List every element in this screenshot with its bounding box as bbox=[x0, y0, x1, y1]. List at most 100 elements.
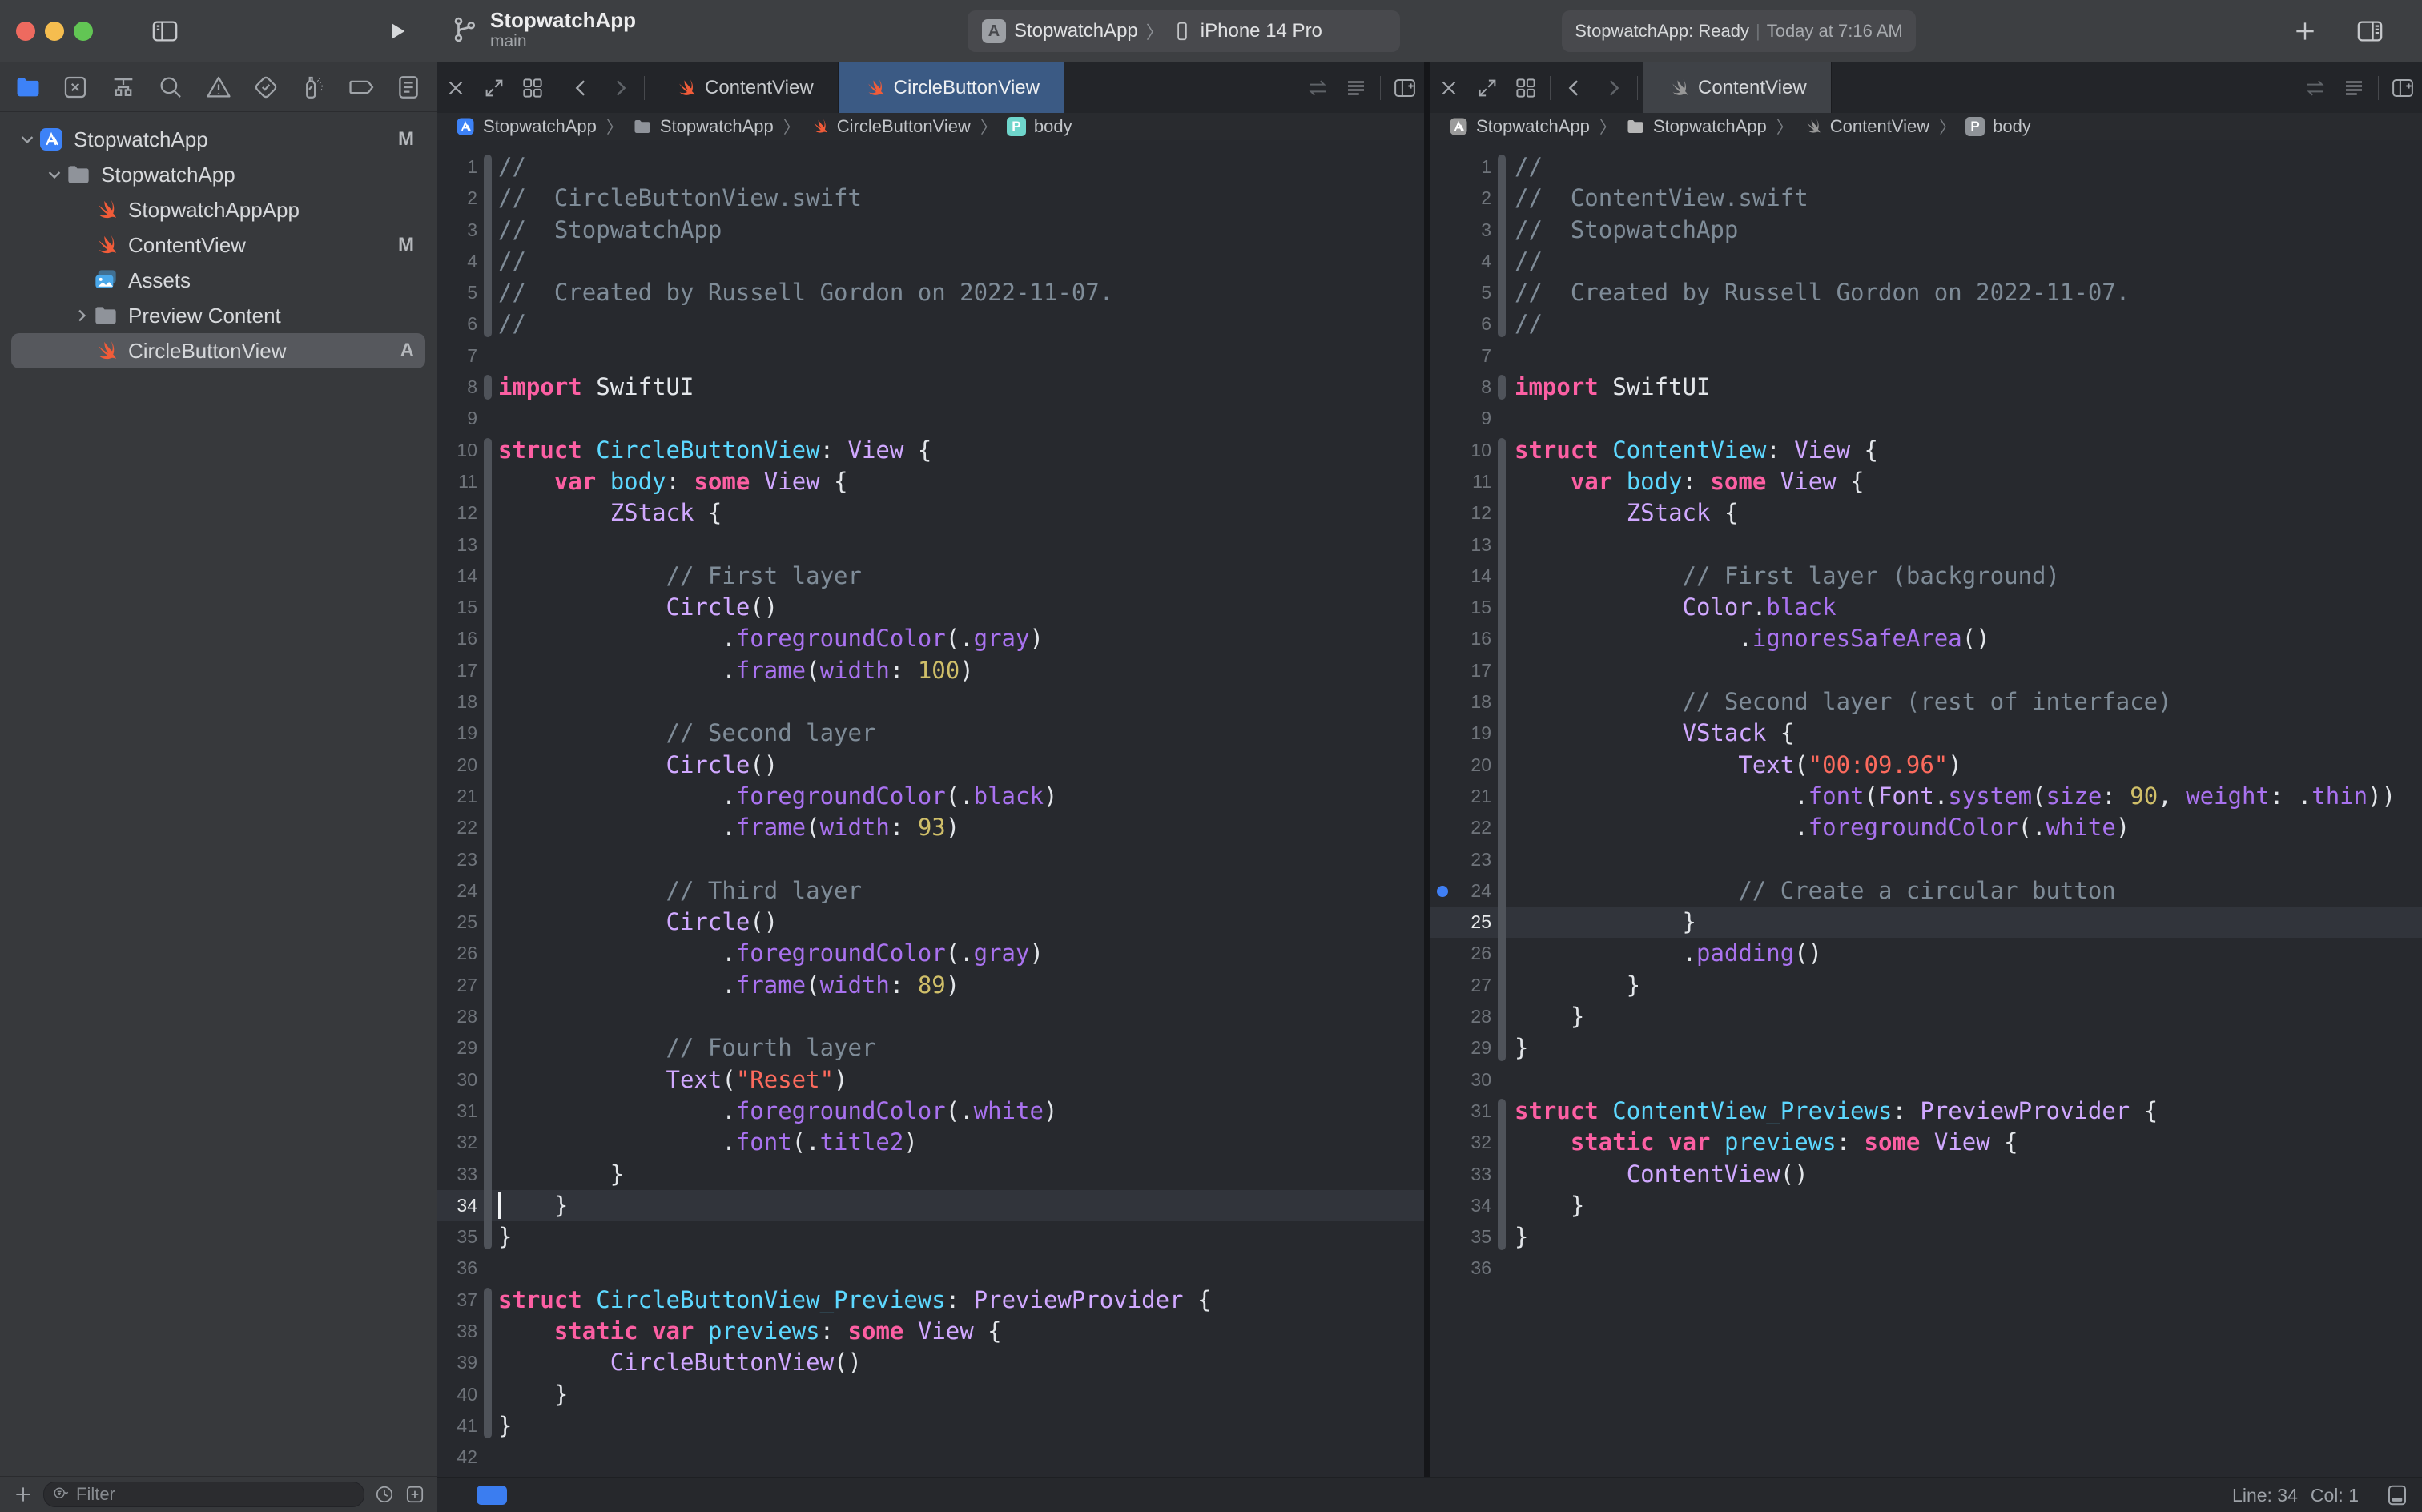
tree-row-stopwatchapp[interactable]: StopwatchApp bbox=[11, 157, 425, 192]
code-line-31[interactable]: 31 .foregroundColor(.white) bbox=[437, 1096, 1424, 1127]
editor-bottom-panel-icon[interactable] bbox=[2385, 1483, 2409, 1507]
line-number[interactable]: 35 bbox=[1430, 1221, 1496, 1253]
line-number[interactable]: 3 bbox=[1430, 215, 1496, 246]
go-forward-icon[interactable] bbox=[608, 76, 632, 100]
line-number[interactable]: 32 bbox=[1430, 1127, 1496, 1158]
breadcrumb-item[interactable]: StopwatchApp bbox=[1653, 116, 1767, 137]
code-line-21[interactable]: 21 .foregroundColor(.black) bbox=[437, 781, 1424, 812]
code-line-18[interactable]: 18 // Second layer (rest of interface) bbox=[1430, 686, 2422, 718]
breakpoint-navigator-icon[interactable] bbox=[348, 74, 375, 101]
line-number[interactable]: 17 bbox=[437, 655, 482, 686]
find-icon[interactable] bbox=[157, 74, 184, 101]
line-number[interactable]: 34 bbox=[437, 1190, 482, 1221]
tree-row-stopwatchappapp[interactable]: StopwatchAppApp bbox=[11, 192, 425, 227]
code-line-36[interactable]: 36 bbox=[437, 1253, 1424, 1284]
code-line-29[interactable]: 29 // Fourth layer bbox=[437, 1032, 1424, 1064]
line-number[interactable]: 27 bbox=[437, 970, 482, 1001]
line-number[interactable]: 23 bbox=[1430, 844, 1496, 875]
line-number[interactable]: 35 bbox=[437, 1221, 482, 1253]
issue-navigator-icon[interactable] bbox=[205, 74, 232, 101]
line-number[interactable]: 40 bbox=[437, 1379, 482, 1410]
line-number[interactable]: 24 bbox=[437, 875, 482, 907]
line-number[interactable]: 17 bbox=[1430, 655, 1496, 686]
tab-circlebuttonview[interactable]: CircleButtonView bbox=[839, 62, 1064, 113]
code-line-1[interactable]: 1// bbox=[437, 151, 1424, 183]
code-line-6[interactable]: 6// bbox=[1430, 308, 2422, 340]
line-number[interactable]: 30 bbox=[1430, 1064, 1496, 1096]
disclosure-open-icon[interactable] bbox=[16, 128, 38, 151]
code-line-13[interactable]: 13 bbox=[437, 529, 1424, 561]
source-control-icon[interactable] bbox=[62, 74, 89, 101]
code-line-39[interactable]: 39 CircleButtonView() bbox=[437, 1347, 1424, 1378]
tree-row-stopwatchapp[interactable]: StopwatchAppM bbox=[11, 122, 425, 157]
code-line-23[interactable]: 23 bbox=[1430, 844, 2422, 875]
line-number[interactable]: 21 bbox=[437, 781, 482, 812]
line-number[interactable]: 16 bbox=[1430, 623, 1496, 654]
line-number[interactable]: 7 bbox=[1430, 340, 1496, 372]
gutter-marker-dot[interactable] bbox=[1437, 886, 1448, 897]
line-number[interactable]: 31 bbox=[1430, 1096, 1496, 1127]
code-line-32[interactable]: 32 static var previews: some View { bbox=[1430, 1127, 2422, 1158]
line-number[interactable]: 11 bbox=[437, 466, 482, 497]
code-line-16[interactable]: 16 .foregroundColor(.gray) bbox=[437, 623, 1424, 654]
code-line-2[interactable]: 2// CircleButtonView.swift bbox=[437, 183, 1424, 214]
line-number[interactable]: 1 bbox=[1430, 151, 1496, 183]
code-line-19[interactable]: 19 // Second layer bbox=[437, 718, 1424, 749]
code-line-11[interactable]: 11 var body: some View { bbox=[1430, 466, 2422, 497]
code-line-19[interactable]: 19 VStack { bbox=[1430, 718, 2422, 749]
code-line-14[interactable]: 14 // First layer bbox=[437, 561, 1424, 592]
code-line-11[interactable]: 11 var body: some View { bbox=[437, 466, 1424, 497]
code-line-29[interactable]: 29} bbox=[1430, 1032, 2422, 1064]
line-number[interactable]: 1 bbox=[437, 151, 482, 183]
run-button[interactable] bbox=[386, 20, 408, 42]
line-number[interactable]: 6 bbox=[1430, 308, 1496, 340]
code-line-15[interactable]: 15 Circle() bbox=[437, 592, 1424, 623]
breadcrumb-item[interactable]: ContentView bbox=[1830, 116, 1929, 137]
line-number[interactable]: 26 bbox=[1430, 938, 1496, 969]
scheme-selector[interactable]: A StopwatchApp 〉 iPhone 14 Pro bbox=[968, 10, 1400, 52]
editor-options-icon[interactable] bbox=[1344, 76, 1368, 100]
tree-row-contentview[interactable]: ContentViewM bbox=[11, 227, 425, 263]
line-number[interactable]: 10 bbox=[437, 435, 482, 466]
line-number[interactable]: 8 bbox=[1430, 372, 1496, 403]
line-number[interactable]: 26 bbox=[437, 938, 482, 969]
code-line-22[interactable]: 22 .foregroundColor(.white) bbox=[1430, 812, 2422, 843]
code-line-1[interactable]: 1// bbox=[1430, 151, 2422, 183]
line-number[interactable]: 22 bbox=[1430, 812, 1496, 843]
line-number[interactable]: 36 bbox=[1430, 1253, 1496, 1284]
code-line-12[interactable]: 12 ZStack { bbox=[1430, 497, 2422, 529]
line-number[interactable]: 25 bbox=[437, 907, 482, 938]
line-number[interactable]: 12 bbox=[437, 497, 482, 529]
line-number[interactable]: 10 bbox=[1430, 435, 1496, 466]
code-line-42[interactable]: 42 bbox=[437, 1442, 1424, 1473]
code-line-25[interactable]: 25 } bbox=[1430, 907, 2422, 938]
line-number[interactable]: 34 bbox=[1430, 1190, 1496, 1221]
add-file-icon[interactable] bbox=[13, 1484, 34, 1505]
code-line-33[interactable]: 33 } bbox=[437, 1159, 1424, 1190]
line-number[interactable]: 21 bbox=[1430, 781, 1496, 812]
code-line-15[interactable]: 15 Color.black bbox=[1430, 592, 2422, 623]
code-line-9[interactable]: 9 bbox=[1430, 403, 2422, 434]
breadcrumb-item[interactable]: body bbox=[1034, 116, 1072, 137]
code-line-35[interactable]: 35} bbox=[437, 1221, 1424, 1253]
pane-divider[interactable] bbox=[1424, 62, 1430, 1512]
line-number[interactable]: 2 bbox=[1430, 183, 1496, 214]
line-number[interactable]: 18 bbox=[1430, 686, 1496, 718]
line-number[interactable]: 20 bbox=[1430, 750, 1496, 781]
tree-row-assets[interactable]: Assets bbox=[11, 263, 425, 298]
code-line-28[interactable]: 28 bbox=[437, 1001, 1424, 1032]
code-line-32[interactable]: 32 .font(.title2) bbox=[437, 1127, 1424, 1158]
line-number[interactable]: 39 bbox=[437, 1347, 482, 1378]
code-line-34[interactable]: 34 } bbox=[437, 1190, 1424, 1221]
code-line-25[interactable]: 25 Circle() bbox=[437, 907, 1424, 938]
line-number[interactable]: 30 bbox=[437, 1064, 482, 1096]
zoom-window-button[interactable] bbox=[74, 22, 93, 41]
line-number[interactable]: 5 bbox=[1430, 277, 1496, 308]
code-line-34[interactable]: 34 } bbox=[1430, 1190, 2422, 1221]
line-number[interactable]: 2 bbox=[437, 183, 482, 214]
code-line-41[interactable]: 41} bbox=[437, 1410, 1424, 1442]
disclosure-open-icon[interactable] bbox=[43, 163, 66, 186]
line-number[interactable]: 9 bbox=[437, 403, 482, 434]
line-number[interactable]: 12 bbox=[1430, 497, 1496, 529]
line-number[interactable]: 15 bbox=[437, 592, 482, 623]
